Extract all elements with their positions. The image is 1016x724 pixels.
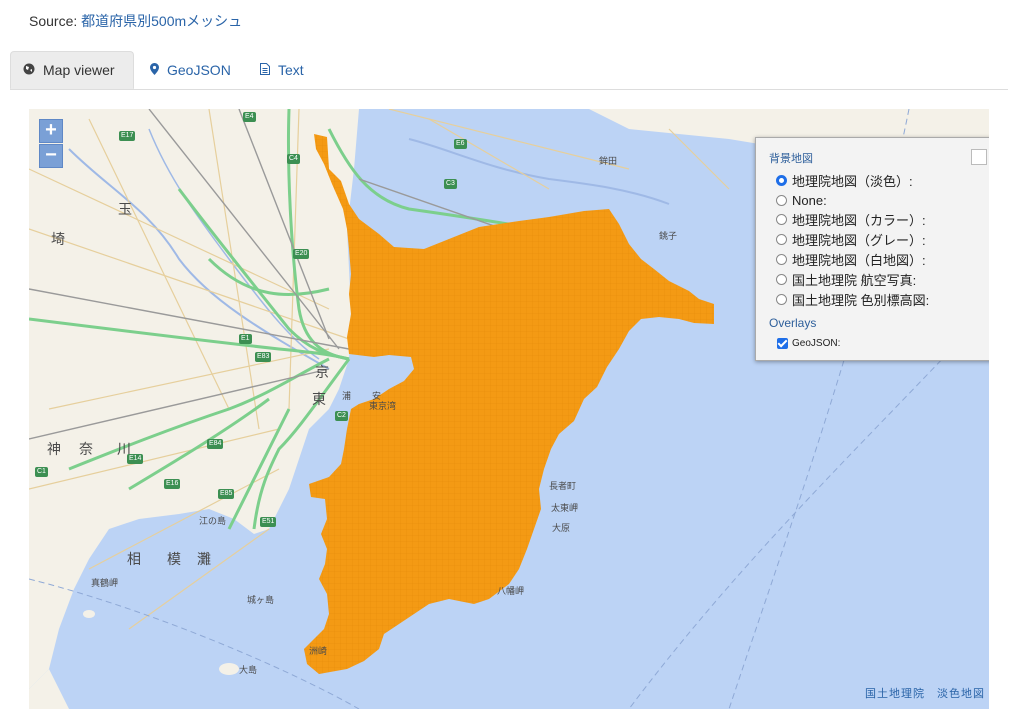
base-layer-label: 地理院地図（グレー）: — [792, 232, 926, 248]
radio-button[interactable] — [776, 273, 787, 285]
tab-text[interactable]: Text — [248, 51, 328, 88]
tab-label: GeoJSON — [167, 61, 231, 78]
tab-map-viewer[interactable]: Map viewer — [10, 51, 134, 89]
road-shield: E20 — [293, 249, 310, 259]
map-place-label: 城ヶ島 — [247, 595, 275, 605]
radio-button[interactable] — [776, 213, 787, 225]
base-layer-label: 国土地理院 航空写真: — [792, 272, 917, 288]
road-shield: E14 — [127, 454, 144, 464]
radio-button[interactable] — [776, 194, 787, 206]
radio-button[interactable] — [776, 293, 787, 305]
road-shield: C4 — [287, 154, 300, 164]
broken-image-icon — [971, 149, 987, 165]
tab-label: Map viewer — [43, 62, 115, 78]
map-place-label: 大原 — [552, 523, 571, 533]
base-layer-option[interactable]: 地理院地図（白地図）: — [776, 249, 926, 269]
map-place-label: 玉 — [118, 201, 132, 217]
map-place-label: 鉾田 — [599, 156, 618, 166]
source-line: Source: 都道府県別500mメッシュ — [29, 11, 242, 31]
map-place-label: 浦 — [342, 391, 352, 401]
map-place-label: 東 — [312, 391, 326, 407]
tab-bar: Map viewer GeoJSON Text — [10, 51, 1008, 90]
radio-button[interactable] — [776, 233, 787, 245]
map-place-label: 洲崎 — [309, 646, 328, 656]
map-place-label: 灘 — [197, 551, 211, 567]
map-viewer[interactable]: + − 背景地図 地理院地図（淡色）: None: 地理院地図（カラー）: 地理… — [29, 109, 989, 709]
checkbox[interactable] — [777, 338, 788, 349]
road-shield: C1 — [35, 467, 48, 477]
road-shield: E84 — [207, 439, 224, 449]
road-shield: E6 — [454, 139, 467, 149]
globe-icon — [23, 62, 35, 78]
zoom-out-button[interactable]: − — [39, 144, 63, 168]
road-shield: C3 — [444, 179, 457, 189]
base-layer-option[interactable]: 地理院地図（グレー）: — [776, 229, 926, 249]
road-shield: E17 — [119, 131, 136, 141]
overlay-option[interactable]: GeoJSON: — [777, 338, 840, 349]
overlays-title: Overlays — [769, 316, 817, 330]
document-icon — [260, 62, 270, 78]
map-place-label: 東京湾 — [369, 401, 397, 411]
map-place-label: 江の島 — [199, 516, 227, 526]
map-place-label: 模 — [167, 551, 181, 567]
tab-geojson[interactable]: GeoJSON — [138, 51, 242, 88]
road-shield: E1 — [239, 334, 252, 344]
base-layer-label: 国土地理院 色別標高図: — [792, 292, 930, 308]
source-link[interactable]: 都道府県別500mメッシュ — [81, 13, 242, 29]
map-place-label: 銚子 — [659, 231, 678, 241]
map-place-label: 埼 — [51, 231, 65, 247]
base-layer-label: 地理院地図（淡色）: — [792, 173, 913, 189]
map-place-label: 奈 — [79, 441, 93, 457]
zoom-in-button[interactable]: + — [39, 119, 63, 143]
map-place-label: 真鶴岬 — [91, 578, 119, 588]
map-place-label: 大島 — [239, 665, 258, 675]
radio-button[interactable] — [776, 253, 787, 265]
base-layer-option[interactable]: None: — [776, 190, 827, 210]
zoom-control: + − — [39, 119, 63, 168]
road-shield: E4 — [243, 112, 256, 122]
map-place-label: 神 — [47, 441, 61, 457]
map-place-label: 八幡岬 — [497, 586, 525, 596]
base-layer-label: None: — [792, 192, 827, 208]
map-marker-icon — [150, 62, 159, 78]
road-shield: E85 — [218, 489, 235, 499]
base-layer-option[interactable]: 地理院地図（カラー）: — [776, 209, 926, 229]
base-layer-option[interactable]: 国土地理院 航空写真: — [776, 269, 916, 289]
base-layer-option[interactable]: 地理院地図（淡色）: — [776, 170, 913, 190]
layer-control-panel: 背景地図 地理院地図（淡色）: None: 地理院地図（カラー）: 地理院地図（… — [755, 137, 989, 361]
road-shield: E51 — [260, 517, 277, 527]
radio-button[interactable] — [776, 174, 787, 186]
road-shield: E16 — [164, 479, 181, 489]
road-shield: E83 — [255, 352, 272, 362]
base-layer-option[interactable]: 国土地理院 色別標高図: — [776, 289, 929, 309]
tab-label: Text — [278, 61, 304, 78]
map-place-label: 相 — [127, 551, 141, 567]
source-prefix: Source: — [29, 13, 82, 29]
map-place-label: 太東岬 — [551, 503, 579, 513]
base-layer-label: 地理院地図（カラー）: — [792, 212, 926, 228]
map-attribution[interactable]: 国土地理院 淡色地図 — [865, 685, 985, 701]
map-place-label: 京 — [315, 364, 329, 380]
base-layer-label: 地理院地図（白地図）: — [792, 252, 926, 268]
overlay-label: GeoJSON: — [792, 338, 841, 349]
base-layers-title: 背景地図 — [769, 153, 813, 165]
map-place-label: 長者町 — [549, 481, 577, 491]
road-shield: C2 — [335, 411, 348, 421]
